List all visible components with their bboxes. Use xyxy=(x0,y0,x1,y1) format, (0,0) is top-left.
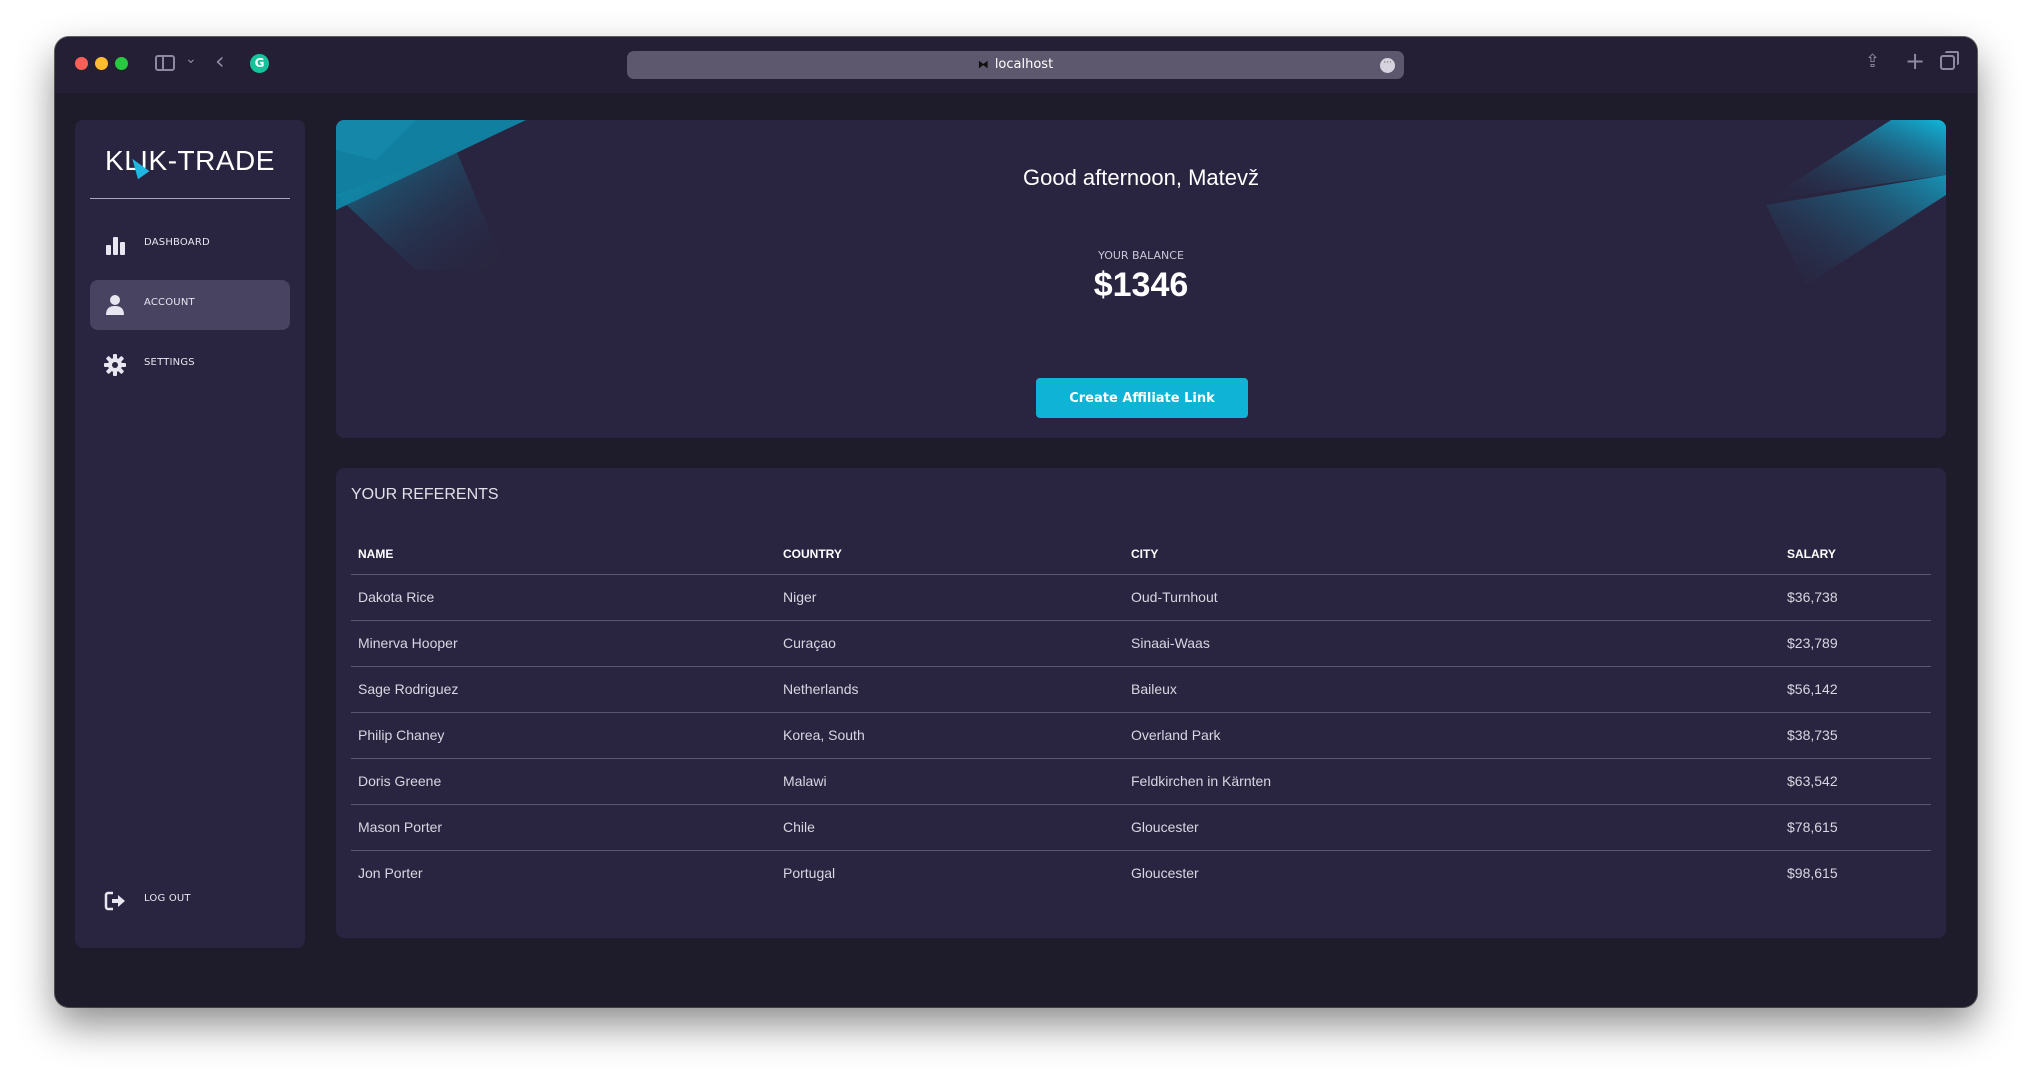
url-text: localhost xyxy=(994,57,1054,72)
table-row[interactable]: Jon Porter Portugal Gloucester $98,615 xyxy=(351,850,1931,896)
column-header-city[interactable]: CITY xyxy=(1124,534,1780,575)
gear-icon xyxy=(104,354,126,376)
cell-salary: $78,615 xyxy=(1780,804,1931,851)
chevron-down-icon[interactable]: ⌄ xyxy=(185,51,197,67)
table-row[interactable]: Philip Chaney Korea, South Overland Park… xyxy=(351,712,1931,759)
referents-table: NAME COUNTRY CITY SALARY Dakota Rice Nig… xyxy=(351,534,1931,896)
close-window-button[interactable] xyxy=(75,57,88,70)
balance-value: $1346 xyxy=(1093,266,1189,304)
logout-label: LOG OUT xyxy=(144,893,191,904)
create-affiliate-link-button[interactable]: Create Affiliate Link xyxy=(1036,378,1248,418)
table-row[interactable]: Sage Rodriguez Netherlands Baileux $56,1… xyxy=(351,666,1931,713)
cell-city: Gloucester xyxy=(1124,804,1780,851)
cell-city: Overland Park xyxy=(1124,712,1780,759)
logout-icon xyxy=(104,891,125,911)
cell-salary: $98,615 xyxy=(1787,865,1838,882)
cell-name: Philip Chaney xyxy=(351,712,776,759)
cell-city: Sinaai-Waas xyxy=(1124,620,1780,667)
cell-name: Mason Porter xyxy=(351,804,776,851)
logo[interactable]: KLIK-TRADE xyxy=(75,145,305,177)
column-header-salary[interactable]: SALARY xyxy=(1780,534,1931,575)
table-row[interactable]: Doris Greene Malawi Feldkirchen in Kärnt… xyxy=(351,758,1931,805)
browser-window: ⌄ ‹ G ⧓ localhost ··· ⇪ + KLIK-TRADE DASH… xyxy=(55,37,1977,1007)
new-tab-icon[interactable]: + xyxy=(1905,47,1925,75)
sidebar: KLIK-TRADE DASHBOARD ACCOUNT SETTINGS LO… xyxy=(75,120,305,948)
cell-name: Dakota Rice xyxy=(351,574,776,621)
logout-button[interactable]: LOG OUT xyxy=(90,876,290,926)
cell-country: Niger xyxy=(776,574,1124,621)
sidebar-item-label: ACCOUNT xyxy=(144,297,195,308)
user-icon xyxy=(106,295,124,315)
cell-salary: $23,789 xyxy=(1780,620,1931,667)
grammarly-extension-icon[interactable]: G xyxy=(250,54,269,73)
column-header-country[interactable]: COUNTRY xyxy=(776,534,1124,575)
cell-city: Oud-Turnhout xyxy=(1124,574,1780,621)
sidebar-item-dashboard[interactable]: DASHBOARD xyxy=(90,220,290,270)
column-header-name[interactable]: NAME xyxy=(351,534,776,575)
greeting-text: Good afternoon, Matevž xyxy=(1022,165,1260,190)
cell-country: Curaçao xyxy=(776,620,1124,667)
address-bar[interactable]: ⧓ localhost ··· xyxy=(627,51,1404,79)
share-icon[interactable]: ⇪ xyxy=(1865,51,1880,72)
cell-name: Sage Rodriguez xyxy=(351,666,776,713)
minimize-window-button[interactable] xyxy=(95,57,108,70)
balance-label: YOUR BALANCE xyxy=(1098,249,1184,262)
balance-card: Good afternoon, Matevž YOUR BALANCE $134… xyxy=(336,120,1946,438)
sidebar-toggle-icon[interactable] xyxy=(155,55,175,71)
cell-salary: $63,542 xyxy=(1780,758,1931,805)
table-row[interactable]: Mason Porter Chile Gloucester $78,615 xyxy=(351,804,1931,851)
cell-name: Minerva Hooper xyxy=(351,620,776,667)
cell-city: Gloucester xyxy=(1131,865,1199,882)
table-row[interactable]: Minerva Hooper Curaçao Sinaai-Waas $23,7… xyxy=(351,620,1931,667)
sidebar-item-settings[interactable]: SETTINGS xyxy=(90,340,290,390)
cell-salary: $36,738 xyxy=(1780,574,1931,621)
table-row[interactable]: Dakota Rice Niger Oud-Turnhout $36,738 xyxy=(351,574,1931,621)
sidebar-item-label: DASHBOARD xyxy=(144,237,210,248)
cell-country: Malawi xyxy=(776,758,1124,805)
table-header-row: NAME COUNTRY CITY SALARY xyxy=(351,534,1931,575)
cell-country: Portugal xyxy=(783,865,836,882)
cell-salary: $38,735 xyxy=(1780,712,1931,759)
cell-salary: $56,142 xyxy=(1780,666,1931,713)
sidebar-item-label: SETTINGS xyxy=(144,357,195,368)
decorative-shape-right xyxy=(1766,120,1946,285)
referents-card: YOUR REFERENTS NAME COUNTRY CITY SALARY … xyxy=(336,468,1946,938)
maximize-window-button[interactable] xyxy=(115,57,128,70)
sidebar-item-account[interactable]: ACCOUNT xyxy=(90,280,290,330)
site-icon: ⧓ xyxy=(977,58,989,71)
referents-title: YOUR REFERENTS xyxy=(351,486,499,503)
browser-toolbar: ⌄ ‹ G ⧓ localhost ··· ⇪ + xyxy=(55,37,1977,93)
divider xyxy=(90,198,290,199)
back-arrow-icon[interactable]: ‹ xyxy=(215,47,225,75)
tab-overview-icon[interactable] xyxy=(1940,51,1959,70)
cell-name: Doris Greene xyxy=(351,758,776,805)
cell-country: Netherlands xyxy=(776,666,1124,713)
cell-city: Feldkirchen in Kärnten xyxy=(1124,758,1780,805)
cell-city: Baileux xyxy=(1124,666,1780,713)
bar-chart-icon xyxy=(106,237,125,255)
cell-country: Chile xyxy=(776,804,1124,851)
cell-name: Jon Porter xyxy=(358,865,423,882)
more-options-icon[interactable]: ··· xyxy=(1380,58,1395,73)
cell-country: Korea, South xyxy=(776,712,1124,759)
